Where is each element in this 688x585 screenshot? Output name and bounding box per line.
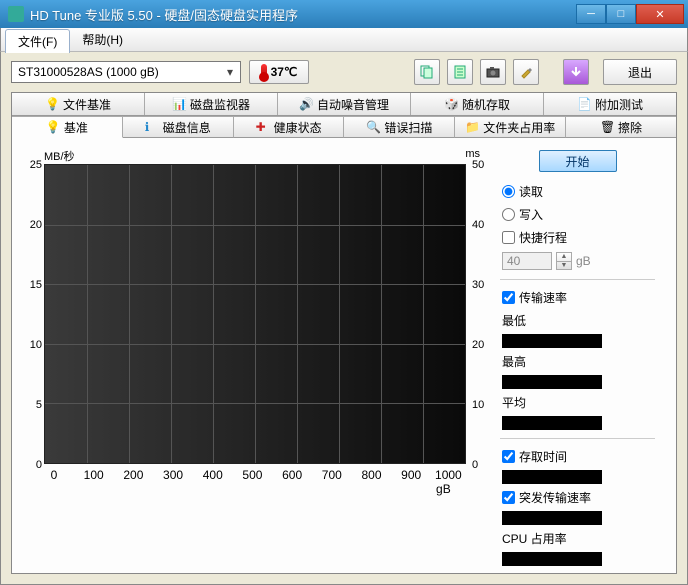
write-radio[interactable]	[502, 208, 515, 221]
avg-value	[502, 416, 602, 430]
folder-icon: 📁	[465, 120, 479, 134]
screenshot-button[interactable]	[480, 59, 506, 85]
max-label: 最高	[500, 352, 655, 371]
read-radio[interactable]	[502, 185, 515, 198]
menu-file[interactable]: 文件(F)	[5, 29, 70, 53]
tab-health[interactable]: ✚健康状态	[234, 116, 345, 138]
shortstroke-check-row[interactable]: 快捷行程	[500, 228, 655, 247]
tab-extra-tests[interactable]: 📄附加测试	[544, 93, 676, 115]
burst-value	[502, 511, 602, 525]
benchmark-chart: MB/秒 ms 25 20 15 10 5 0 50 40 30 20 10 0…	[18, 148, 490, 498]
bulb-icon: 💡	[46, 120, 60, 134]
tab-content: MB/秒 ms 25 20 15 10 5 0 50 40 30 20 10 0…	[12, 138, 676, 576]
min-value	[502, 334, 602, 348]
scan-icon: 🔍	[366, 120, 380, 134]
max-value	[502, 375, 602, 389]
thermometer-icon	[261, 64, 267, 80]
access-check-row[interactable]: 存取时间	[500, 447, 655, 466]
shortstroke-spinner: ▲▼	[556, 252, 572, 270]
temperature-value: 37℃	[271, 65, 298, 79]
shortstroke-value-row: ▲▼ gB	[500, 251, 655, 271]
temperature-display: 37℃	[249, 60, 309, 84]
shortstroke-checkbox[interactable]	[502, 231, 515, 244]
tab-random-access[interactable]: 🎲随机存取	[411, 93, 544, 115]
side-panel: 开始 读取 写入 快捷行程 ▲▼ gB 传输速率 最低 最高 平均 存取时间 突…	[500, 148, 655, 566]
shortstroke-input	[502, 252, 552, 270]
cpu-label: CPU 占用率	[500, 529, 655, 548]
tab-disk-monitor[interactable]: 📊磁盘监视器	[145, 93, 278, 115]
tab-info[interactable]: ℹ磁盘信息	[123, 116, 234, 138]
window-title: HD Tune 专业版 5.50 - 硬盘/固态硬盘实用程序	[30, 5, 576, 24]
access-checkbox[interactable]	[502, 450, 515, 463]
avg-label: 平均	[500, 393, 655, 412]
tab-aam[interactable]: 🔊自动噪音管理	[278, 93, 411, 115]
maximize-button[interactable]: □	[606, 4, 636, 24]
burst-check-row[interactable]: 突发传输速率	[500, 488, 655, 507]
dropdown-icon: ▾	[222, 65, 238, 79]
access-value	[502, 470, 602, 484]
app-icon	[8, 6, 24, 22]
trash-icon: 🗑	[600, 120, 614, 134]
write-radio-row[interactable]: 写入	[500, 205, 655, 224]
exit-button[interactable]: 退出	[603, 59, 677, 85]
cpu-value	[502, 552, 602, 566]
monitor-icon: 📊	[172, 97, 186, 111]
drive-select-value: ST31000528AS (1000 gB)	[18, 65, 222, 79]
tab-folder-usage[interactable]: 📁文件夹占用率	[455, 116, 566, 138]
title-bar: HD Tune 专业版 5.50 - 硬盘/固态硬盘实用程序 ─ □ ✕	[0, 0, 688, 28]
main-panel: 💡文件基准 📊磁盘监视器 🔊自动噪音管理 🎲随机存取 📄附加测试 💡基准 ℹ磁盘…	[11, 92, 677, 574]
tab-error-scan[interactable]: 🔍错误扫描	[344, 116, 455, 138]
health-icon: ✚	[256, 120, 270, 134]
tab-file-benchmark[interactable]: 💡文件基准	[12, 93, 145, 115]
tabs-row-bottom: 💡基准 ℹ磁盘信息 ✚健康状态 🔍错误扫描 📁文件夹占用率 🗑擦除	[12, 116, 676, 138]
copy-text-button[interactable]	[414, 59, 440, 85]
copy-result-button[interactable]	[447, 59, 473, 85]
close-button[interactable]: ✕	[636, 4, 684, 24]
sound-icon: 🔊	[299, 97, 313, 111]
transfer-checkbox[interactable]	[502, 291, 515, 304]
save-button[interactable]	[563, 59, 589, 85]
tab-erase[interactable]: 🗑擦除	[566, 116, 676, 138]
x-axis-ticks: 01002003004005006007008009001000gB	[44, 468, 466, 496]
menu-help[interactable]: 帮助(H)	[72, 28, 133, 51]
minimize-button[interactable]: ─	[576, 4, 606, 24]
burst-checkbox[interactable]	[502, 491, 515, 504]
dice-icon: 🎲	[444, 97, 458, 111]
min-label: 最低	[500, 311, 655, 330]
y-axis-left-label: MB/秒	[44, 148, 75, 164]
transfer-check-row[interactable]: 传输速率	[500, 288, 655, 307]
drive-select[interactable]: ST31000528AS (1000 gB) ▾	[11, 61, 241, 83]
tab-benchmark[interactable]: 💡基准	[12, 116, 123, 138]
toolbar: ST31000528AS (1000 gB) ▾ 37℃ 退出	[1, 52, 687, 92]
info-icon: ℹ	[145, 120, 159, 134]
start-button[interactable]: 开始	[539, 150, 617, 172]
menu-bar: 文件(F) 帮助(H)	[0, 28, 688, 52]
tabs-row-top: 💡文件基准 📊磁盘监视器 🔊自动噪音管理 🎲随机存取 📄附加测试	[12, 93, 676, 116]
chart-canvas	[44, 164, 466, 464]
bulb-icon: 💡	[45, 97, 59, 111]
extra-icon: 📄	[577, 97, 591, 111]
settings-button[interactable]	[513, 59, 539, 85]
read-radio-row[interactable]: 读取	[500, 182, 655, 201]
